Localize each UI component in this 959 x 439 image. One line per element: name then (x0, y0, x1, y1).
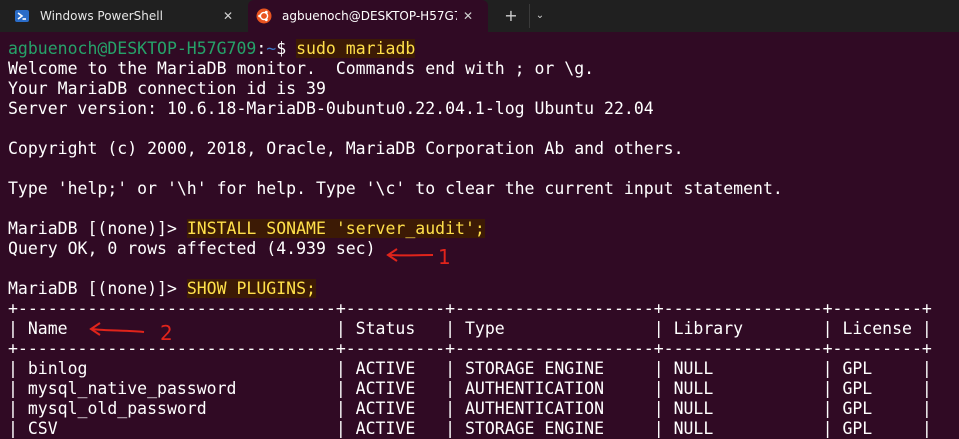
install-command-line: MariaDB [(none)]> INSTALL SONAME 'server… (8, 219, 959, 239)
table-row: | binlog | ACTIVE | STORAGE ENGINE | NUL… (8, 359, 932, 378)
table-header: | Name | Status | Type | Library | Licen… (8, 319, 932, 338)
annotation-label-1: 1 (438, 245, 450, 269)
output-line: Type 'help;' or '\h' for help. Type '\c'… (8, 179, 783, 198)
table-row: | CSV | ACTIVE | STORAGE ENGINE | NULL |… (8, 419, 932, 438)
output-line: Copyright (c) 2000, 2018, Oracle, MariaD… (8, 139, 684, 158)
table-row: | mysql_native_password | ACTIVE | AUTHE… (8, 379, 932, 398)
tab-ubuntu[interactable]: agbuenoch@DESKTOP-H57G7 ✕ (248, 0, 488, 32)
ubuntu-icon (256, 8, 272, 24)
table-separator: +--------------------------------+------… (8, 339, 932, 358)
chevron-down-icon[interactable]: ⌄ (529, 4, 550, 28)
prompt-colon: : (256, 39, 267, 58)
output-line: Your MariaDB connection id is 39 (8, 79, 326, 98)
show-command-line: MariaDB [(none)]> SHOW PLUGINS; (8, 279, 959, 299)
annotation-arrow-2 (89, 322, 145, 336)
terminal-output[interactable]: agbuenoch@DESKTOP-H57G709:~$ sudo mariad… (8, 39, 959, 439)
close-icon[interactable]: ✕ (460, 8, 476, 24)
tab-label: Windows PowerShell (40, 9, 163, 23)
output-line: Server version: 10.6.18-MariaDB-0ubuntu0… (8, 99, 654, 118)
tab-label: agbuenoch@DESKTOP-H57G7 (282, 9, 457, 23)
output-line: Welcome to the MariaDB monitor. Commands… (8, 59, 595, 78)
new-tab-button[interactable]: + (500, 4, 522, 28)
shell-command: sudo mariadb (296, 39, 416, 58)
prompt-dollar: $ (276, 39, 297, 58)
show-command: SHOW PLUGINS; (186, 279, 316, 298)
prompt-path: ~ (266, 39, 277, 58)
table-separator: +--------------------------------+------… (8, 299, 932, 318)
annotation-label-2: 2 (160, 321, 173, 345)
tab-windows-powershell[interactable]: Windows PowerShell ✕ (0, 0, 246, 32)
close-icon[interactable]: ✕ (220, 8, 236, 24)
mariadb-prompt: MariaDB [(none)]> (8, 279, 187, 298)
mariadb-prompt: MariaDB [(none)]> (8, 219, 187, 238)
install-command: INSTALL SONAME 'server_audit'; (186, 219, 485, 238)
prompt-user: agbuenoch@DESKTOP-H57G709 (8, 39, 257, 58)
title-bar: Windows PowerShell ✕ agbuenoch@DESKTOP-H… (0, 0, 959, 32)
table-row: | mysql_old_password | ACTIVE | AUTHENTI… (8, 399, 932, 418)
annotation-number-1: 1 (438, 245, 450, 269)
annotation-number-2: 2 (160, 321, 173, 345)
query-ok-line: Query OK, 0 rows affected (4.939 sec) (8, 239, 376, 258)
shell-prompt-line: agbuenoch@DESKTOP-H57G709:~$ sudo mariad… (8, 39, 959, 59)
powershell-icon (15, 10, 29, 22)
